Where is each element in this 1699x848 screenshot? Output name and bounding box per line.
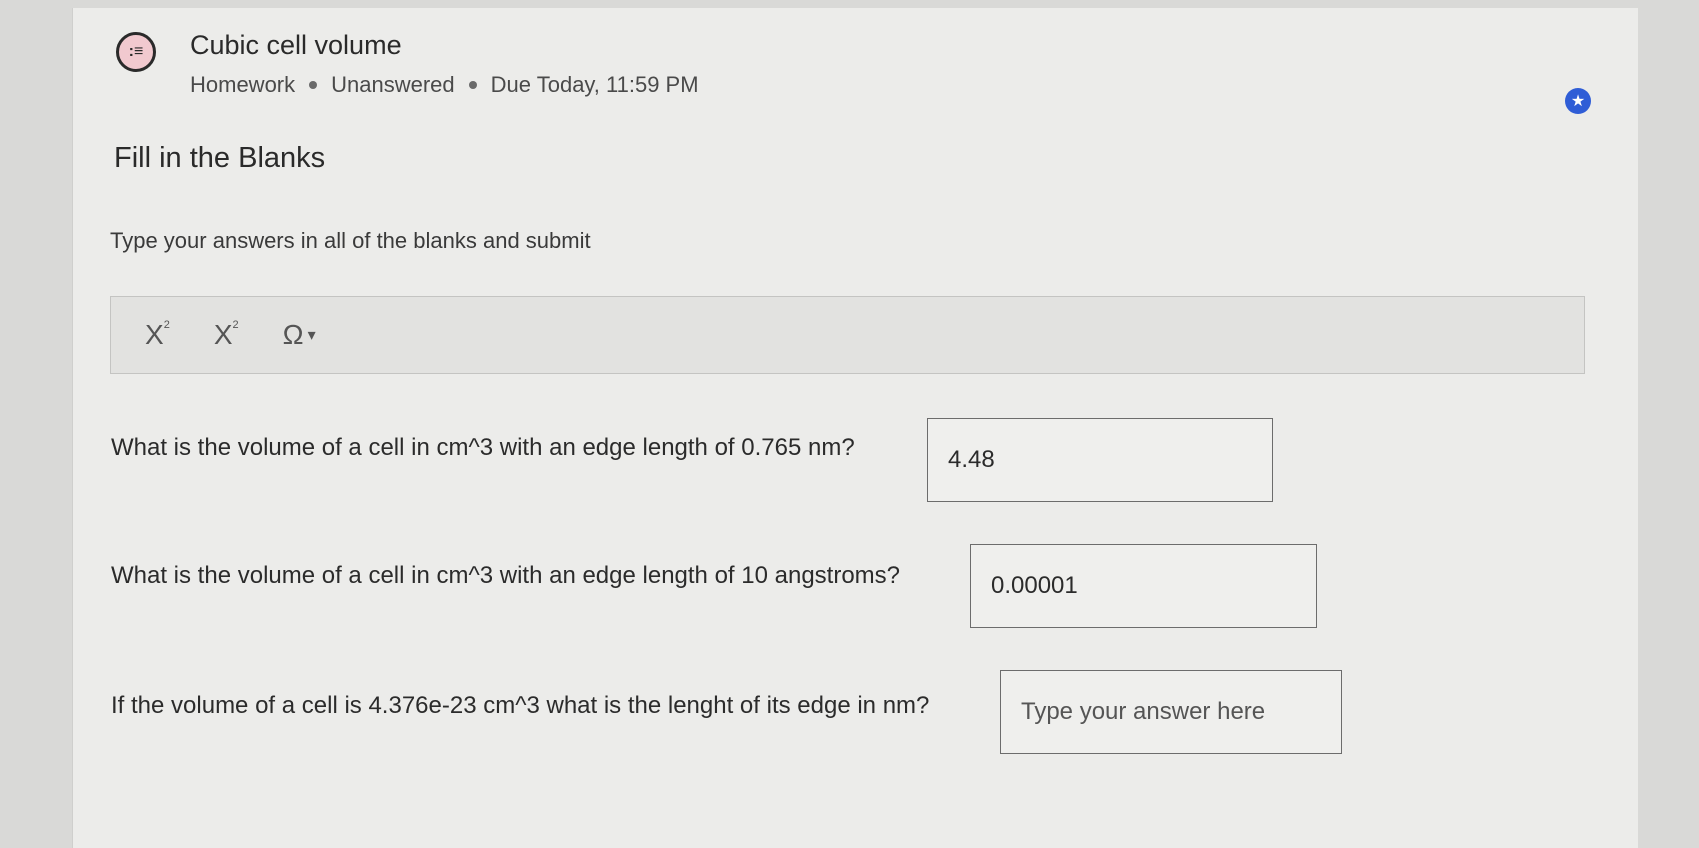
formatting-toolbar: X2 X2 Ω ▾: [110, 296, 1585, 374]
bookmark-star-icon[interactable]: ★: [1565, 88, 1591, 114]
separator-dot-icon: [468, 81, 477, 89]
meta-type: Homework: [190, 72, 296, 97]
meta-due: Due Today, 11:59 PM: [490, 72, 699, 97]
answer-1-input[interactable]: 4.48: [927, 418, 1273, 502]
list-bubble-icon: :≡: [116, 32, 156, 72]
superscript-mark: 2: [232, 319, 239, 331]
answer-3-input[interactable]: Type your answer here: [1000, 670, 1342, 754]
question-meta: Homework Unanswered Due Today, 11:59 PM: [190, 72, 699, 98]
omega-icon: Ω: [282, 319, 304, 350]
question-1-text: What is the volume of a cell in cm^3 wit…: [111, 434, 855, 461]
subscript-label: X: [145, 319, 164, 350]
superscript-button[interactable]: X2: [214, 319, 239, 351]
meta-status: Unanswered: [331, 72, 455, 97]
question-3-text: If the volume of a cell is 4.376e-23 cm^…: [111, 692, 930, 719]
subscript-button[interactable]: X2: [145, 319, 170, 351]
superscript-label: X: [213, 319, 233, 350]
question-2-text: What is the volume of a cell in cm^3 wit…: [111, 562, 901, 589]
question-card: [72, 8, 1638, 848]
section-title: Fill in the Blanks: [114, 142, 326, 174]
page-title: Cubic cell volume: [190, 30, 402, 60]
subscript-mark: 2: [163, 319, 170, 331]
separator-dot-icon: [309, 81, 318, 89]
special-characters-dropdown[interactable]: Ω ▾: [283, 319, 316, 351]
answer-2-input[interactable]: 0.00001: [970, 544, 1317, 628]
instructions-text: Type your answers in all of the blanks a…: [110, 228, 591, 253]
caret-down-icon: ▾: [307, 327, 316, 344]
